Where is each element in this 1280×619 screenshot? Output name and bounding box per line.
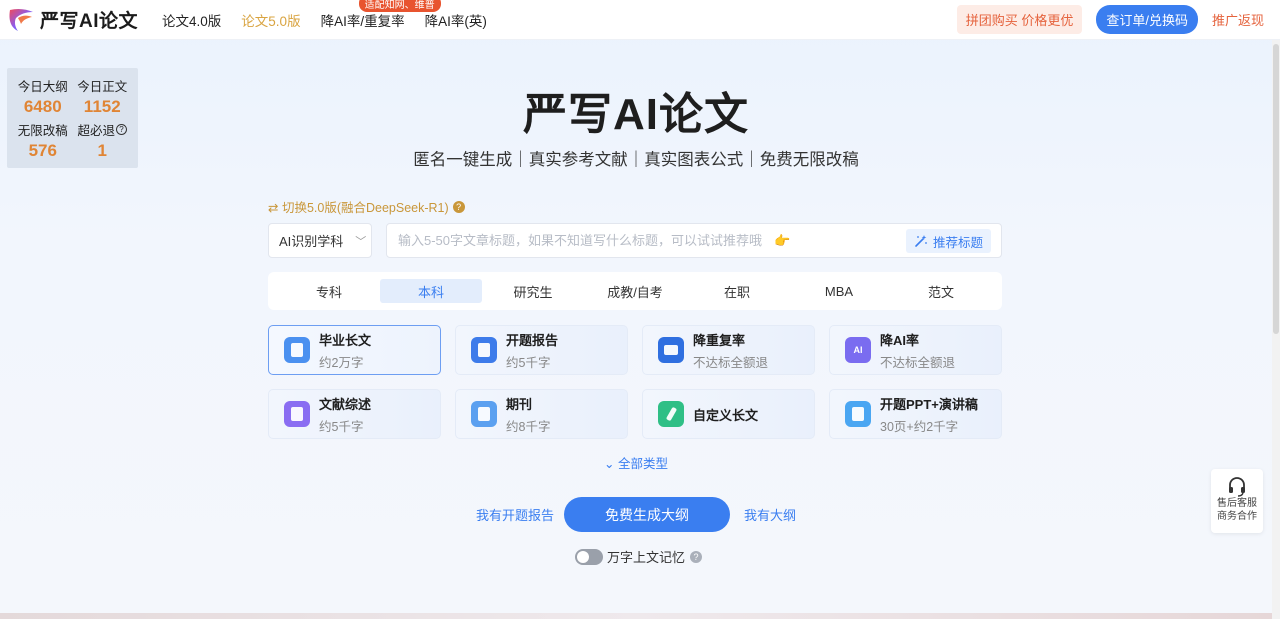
tab-junior-college[interactable]: 专科 <box>278 279 380 303</box>
all-types-link[interactable]: ⌄ 全部类型 <box>0 453 1272 472</box>
memory-toggle[interactable] <box>575 548 603 565</box>
list-doc-icon <box>284 401 310 427</box>
tab-graduate[interactable]: 研究生 <box>482 279 584 303</box>
card-literature-review[interactable]: 文献综述约5千字 <box>268 389 441 439</box>
card-desc: 不达标全额退 <box>693 355 769 370</box>
customer-service-widget[interactable]: 售后客服 商务合作 <box>1211 469 1263 533</box>
nav-reduce-ai-rate-en[interactable]: 降AI率(英) <box>425 10 487 30</box>
have-outline-link[interactable]: 我有大纲 <box>744 505 796 524</box>
order-lookup-button[interactable]: 查订单/兑换码 <box>1096 5 1198 34</box>
card-title: 开题PPT+演讲稿 <box>880 396 978 412</box>
service-line-2: 商务合作 <box>1217 511 1257 522</box>
bottom-strip <box>0 613 1272 619</box>
subject-select-value: AI识别学科 <box>279 234 344 249</box>
have-proposal-link[interactable]: 我有开题报告 <box>476 505 554 524</box>
card-desc: 约8千字 <box>506 419 551 434</box>
card-journal[interactable]: 期刊约8千字 <box>455 389 628 439</box>
group-buy-button[interactable]: 拼团购买 价格更优 <box>956 5 1083 34</box>
tab-sample[interactable]: 范文 <box>890 279 992 303</box>
page-subtitle: 匿名一键生成｜真实参考文献｜真实图表公式｜免费无限改稿 <box>413 151 859 169</box>
headset-icon <box>1229 477 1245 497</box>
switch-version-link[interactable]: ⇄ 切换5.0版(融合DeepSeek-R1) ? <box>268 197 465 216</box>
service-line-1: 售后客服 <box>1217 498 1257 509</box>
top-header: 严写AI论文 论文4.0版 论文5.0版 降AI率/重复率 适配知网、维普 降A… <box>0 0 1280 40</box>
card-title: 开题报告 <box>506 332 559 348</box>
header-actions: 拼团购买 价格更优 查订单/兑换码 推广返现 <box>956 5 1264 34</box>
nav-reduce-ai-rate[interactable]: 降AI率/重复率 适配知网、维普 <box>320 0 441 30</box>
subject-select[interactable]: AI识别学科 ﹀ <box>268 223 372 258</box>
tab-undergraduate[interactable]: 本科 <box>380 279 482 303</box>
card-reduce-ai[interactable]: AI 降AI率不达标全额退 <box>829 325 1002 375</box>
education-level-tabs: 专科 本科 研究生 成教/自考 在职 MBA 范文 <box>268 272 1002 310</box>
switch-version-label: ⇄ 切换5.0版(融合DeepSeek-R1) <box>268 201 449 215</box>
logo[interactable]: 严写AI论文 <box>6 6 138 34</box>
recommend-title-label: 推荐标题 <box>932 235 983 250</box>
card-title: 自定义长文 <box>693 407 759 423</box>
logo-text: 严写AI论文 <box>40 11 139 32</box>
card-thesis[interactable]: 毕业长文约2万字 <box>268 325 441 375</box>
promo-link[interactable]: 推广返现 <box>1212 10 1264 29</box>
memory-toggle-row: 万字上文记忆 ? <box>575 547 703 566</box>
card-desc: 约5千字 <box>319 419 364 434</box>
nav-paper-v5[interactable]: 论文5.0版 <box>241 10 300 30</box>
title-input[interactable] <box>398 233 798 248</box>
document-icon <box>284 337 310 363</box>
card-title: 毕业长文 <box>319 332 372 348</box>
presentation-icon <box>845 401 871 427</box>
journal-icon <box>471 401 497 427</box>
nav-reduce-ai-rate-label: 降AI率/重复率 <box>320 13 405 29</box>
pen-icon <box>658 401 684 427</box>
logo-icon <box>6 6 36 34</box>
generate-row: 我有开题报告 免费生成大纲 我有大纲 <box>0 497 1272 532</box>
memory-label: 万字上文记忆 <box>607 550 686 565</box>
report-icon <box>471 337 497 363</box>
question-icon[interactable]: ? <box>690 550 703 563</box>
pointing-hand-icon: 👉 <box>774 232 791 248</box>
card-title: 降AI率 <box>880 332 920 348</box>
title-input-box: 👉 推荐标题 <box>386 223 1002 258</box>
card-desc: 约5千字 <box>506 355 551 370</box>
main-nav: 论文4.0版 论文5.0版 降AI率/重复率 适配知网、维普 降AI率(英) <box>162 0 507 40</box>
ai-icon: AI <box>845 337 871 363</box>
tab-in-service[interactable]: 在职 <box>686 279 788 303</box>
nav-paper-v4[interactable]: 论文4.0版 <box>162 10 221 30</box>
card-title: 文献综述 <box>319 396 372 412</box>
card-ppt-speech[interactable]: 开题PPT+演讲稿 30页+约2千字 <box>829 389 1002 439</box>
card-title: 期刊 <box>506 396 533 412</box>
card-desc: 不达标全额退 <box>880 355 956 370</box>
card-desc: 30页+约2千字 <box>880 419 959 434</box>
card-desc: 约2万字 <box>319 355 364 370</box>
monitor-icon <box>658 337 684 363</box>
card-reduce-duplicate[interactable]: 降重复率不达标全额退 <box>642 325 815 375</box>
chevron-down-icon: ﹀ <box>355 235 367 248</box>
page-scrollbar[interactable] <box>1272 40 1280 619</box>
generate-outline-button[interactable]: 免费生成大纲 <box>564 497 730 532</box>
card-title: 降重复率 <box>693 332 746 348</box>
question-icon[interactable]: ? <box>452 200 465 213</box>
recommend-title-button[interactable]: 推荐标题 <box>905 229 991 253</box>
card-custom-long[interactable]: 自定义长文 <box>642 389 815 439</box>
tab-adult-education[interactable]: 成教/自考 <box>584 279 686 303</box>
magic-wand-icon <box>915 235 927 247</box>
card-proposal[interactable]: 开题报告约5千字 <box>455 325 628 375</box>
tab-mba[interactable]: MBA <box>788 279 890 303</box>
page-title: 严写AI论文 <box>523 90 749 139</box>
paper-type-cards: 毕业长文约2万字 开题报告约5千字 降重复率不达标全额退 AI 降AI率不达标全… <box>268 325 1002 439</box>
